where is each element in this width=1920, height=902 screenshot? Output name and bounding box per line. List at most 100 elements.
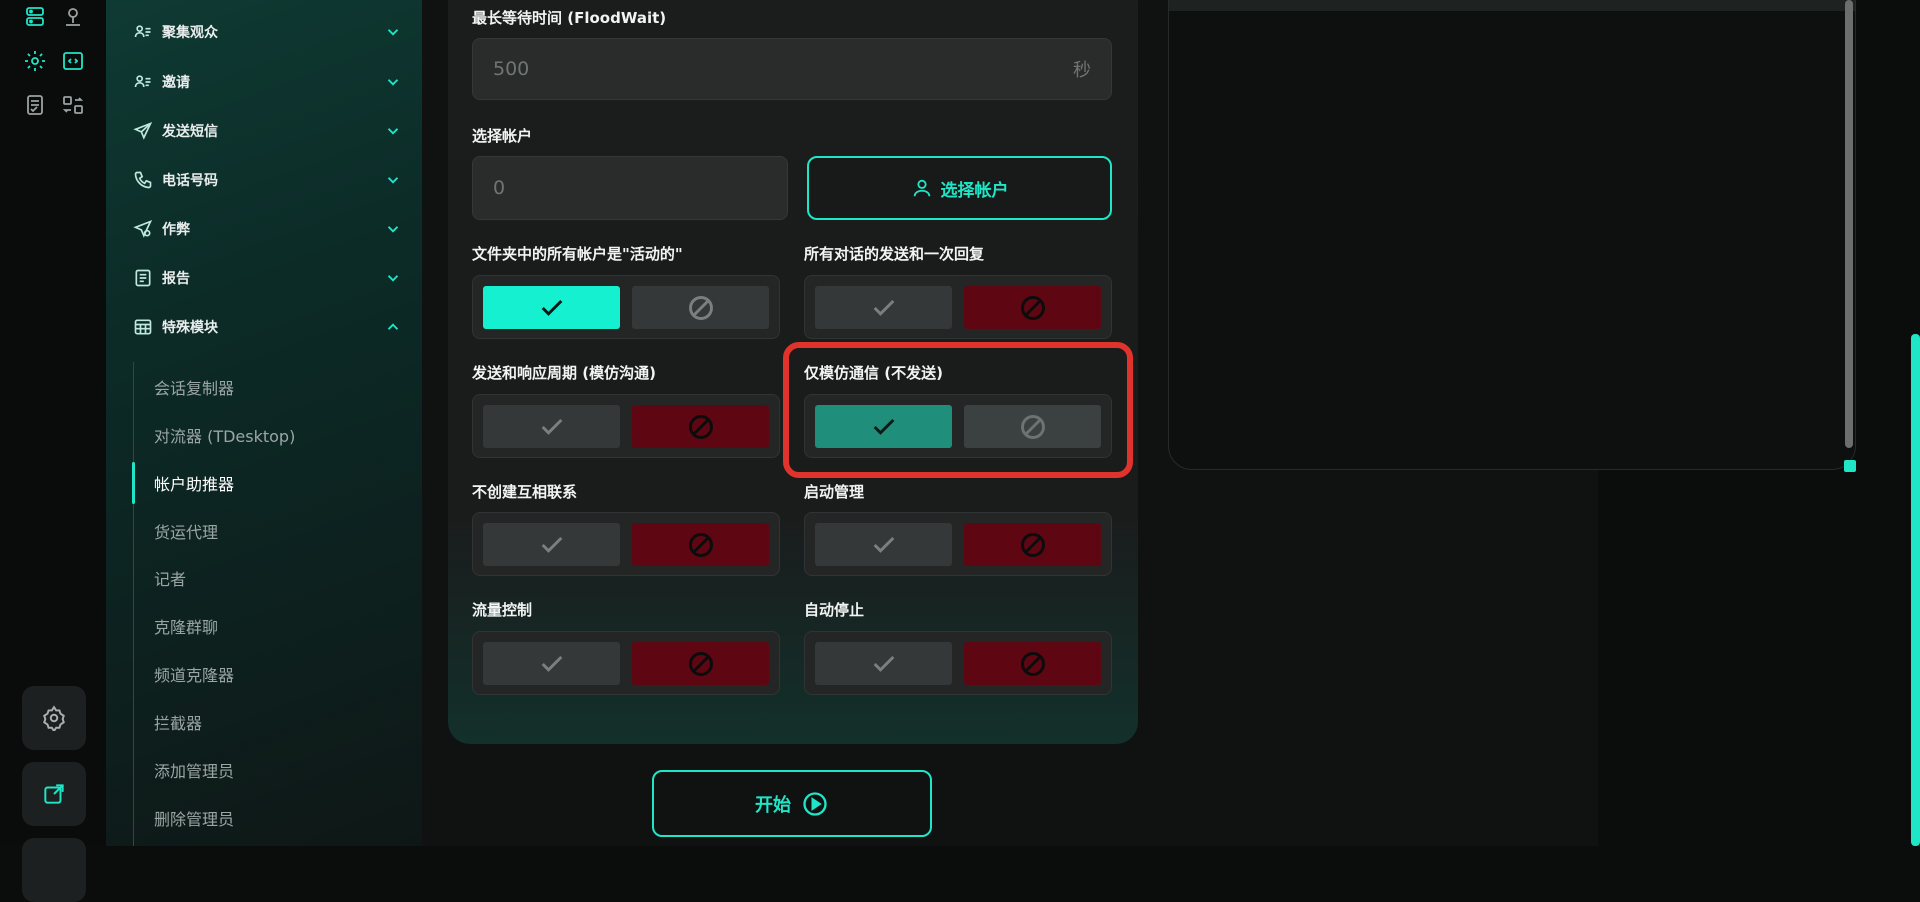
ban-icon <box>1020 295 1045 320</box>
menu-item-special-modules[interactable]: 特殊模块 <box>132 309 402 345</box>
ban-icon <box>1020 532 1045 557</box>
check-icon <box>541 299 562 316</box>
toggle-label: 自动停止 <box>804 601 865 619</box>
chevron-down-icon[interactable] <box>384 122 402 140</box>
chevron-down-icon[interactable] <box>384 73 402 91</box>
page-scrollbar[interactable] <box>1911 334 1920 846</box>
toggle-label: 流量控制 <box>472 601 533 619</box>
menu-label: 作弊 <box>162 222 190 238</box>
account-count-field[interactable]: 0 <box>472 156 788 220</box>
start-button[interactable]: 开始 <box>652 770 932 837</box>
user-add-icon <box>132 71 154 93</box>
chevron-up-icon[interactable] <box>384 318 402 336</box>
toggle-send-response-cycle <box>472 394 780 458</box>
check-icon <box>541 655 562 672</box>
toggle-yes-button[interactable] <box>483 642 620 685</box>
check-icon <box>541 536 562 553</box>
toggle-yes-button[interactable] <box>483 405 620 448</box>
toggle-yes-button[interactable] <box>815 642 952 685</box>
submenu-item[interactable]: 删除管理员 <box>154 806 234 830</box>
settings-button[interactable] <box>22 686 86 750</box>
toggle-no-button[interactable] <box>964 642 1101 685</box>
submenu-item[interactable]: 拦截器 <box>154 710 202 734</box>
external-link-button[interactable] <box>22 762 86 826</box>
submenu-item[interactable]: 货运代理 <box>154 519 218 543</box>
sidebar-menu: 聚集观众 邀请 发送短信 电话号码 作弊 报告 特殊模块 会话复制器 对流器 (… <box>106 0 422 846</box>
floodwait-input[interactable]: 500 秒 <box>472 38 1112 100</box>
menu-item-reports[interactable]: 报告 <box>132 260 402 296</box>
menu-item-cheat[interactable]: 作弊 <box>132 211 402 247</box>
toggle-no-button[interactable] <box>632 642 769 685</box>
ban-icon <box>688 414 713 439</box>
account-count-value: 0 <box>493 177 506 199</box>
toggle-send-and-reply-once <box>804 275 1112 339</box>
submenu-active-indicator <box>132 462 135 504</box>
toggle-no-button[interactable] <box>964 286 1101 329</box>
chevron-down-icon[interactable] <box>384 23 402 41</box>
check-icon <box>873 655 894 672</box>
menu-label: 发送短信 <box>162 124 218 140</box>
log-scrollbar[interactable] <box>1845 0 1853 448</box>
submenu-item[interactable]: 频道克隆器 <box>154 662 234 686</box>
check-icon <box>873 299 894 316</box>
toggle-label: 文件夹中的所有帐户是"活动的" <box>472 245 683 263</box>
resize-handle[interactable] <box>1844 460 1856 472</box>
menu-label: 聚集观众 <box>162 25 218 41</box>
server-icon[interactable] <box>22 4 48 30</box>
toggle-no-mutual-contacts <box>472 512 780 576</box>
highlight-box <box>783 342 1133 478</box>
user-pin-icon[interactable] <box>60 4 86 30</box>
toggle-no-button[interactable] <box>632 405 769 448</box>
menu-item-phone-numbers[interactable]: 电话号码 <box>132 162 402 198</box>
settings-gear-icon[interactable] <box>22 48 48 74</box>
submenu-item[interactable]: 会话复制器 <box>154 375 234 399</box>
send-icon <box>132 120 154 142</box>
submenu-item-active[interactable]: 帐户助推器 <box>154 471 234 495</box>
menu-item-gather-audience[interactable]: 聚集观众 <box>132 14 402 50</box>
submenu-guide-line <box>133 362 134 846</box>
log-output-panel[interactable] <box>1168 0 1856 470</box>
phone-icon <box>132 169 154 191</box>
toggle-label: 发送和响应周期 (模仿沟通) <box>472 364 656 382</box>
select-account-button-label: 选择帐户 <box>940 180 1009 201</box>
extra-rail-button[interactable] <box>22 838 86 902</box>
toggle-label: 所有对话的发送和一次回复 <box>804 245 985 263</box>
menu-item-invite[interactable]: 邀请 <box>132 64 402 100</box>
play-circle-icon <box>803 791 827 816</box>
check-icon <box>541 418 562 435</box>
toggle-traffic-control <box>472 631 780 695</box>
chevron-down-icon[interactable] <box>384 269 402 287</box>
floodwait-label: 最长等待时间 (FloodWait) <box>472 9 667 27</box>
log-panel-header <box>1169 0 1855 11</box>
select-account-label: 选择帐户 <box>472 127 533 145</box>
toggle-yes-button[interactable] <box>483 286 620 329</box>
submenu-item[interactable]: 记者 <box>154 566 186 590</box>
menu-label: 邀请 <box>162 75 190 91</box>
code-window-icon[interactable] <box>60 48 86 74</box>
toggle-launch-management <box>804 512 1112 576</box>
toggle-no-button[interactable] <box>964 523 1101 566</box>
toggle-yes-button[interactable] <box>815 286 952 329</box>
submenu-item[interactable]: 添加管理员 <box>154 758 234 782</box>
ban-icon <box>688 651 713 676</box>
user-icon <box>913 179 930 197</box>
floodwait-value: 500 <box>493 58 530 80</box>
submenu-item[interactable]: 克隆群聊 <box>154 614 218 638</box>
checklist-icon[interactable] <box>22 92 48 118</box>
check-icon <box>873 536 894 553</box>
chevron-down-icon[interactable] <box>384 171 402 189</box>
toggle-no-button[interactable] <box>632 523 769 566</box>
menu-label: 特殊模块 <box>162 320 218 336</box>
select-account-button[interactable]: 选择帐户 <box>807 156 1112 220</box>
menu-item-send-sms[interactable]: 发送短信 <box>132 113 402 149</box>
floodwait-unit: 秒 <box>1073 60 1091 81</box>
toggle-no-button[interactable] <box>632 286 769 329</box>
toggle-yes-button[interactable] <box>815 523 952 566</box>
menu-label: 电话号码 <box>162 173 218 189</box>
toggle-auto-stop <box>804 631 1112 695</box>
transfer-icon[interactable] <box>60 92 86 118</box>
chevron-down-icon[interactable] <box>384 220 402 238</box>
submenu-item[interactable]: 对流器 (TDesktop) <box>154 423 295 447</box>
toggle-yes-button[interactable] <box>483 523 620 566</box>
start-button-label: 开始 <box>755 794 791 816</box>
